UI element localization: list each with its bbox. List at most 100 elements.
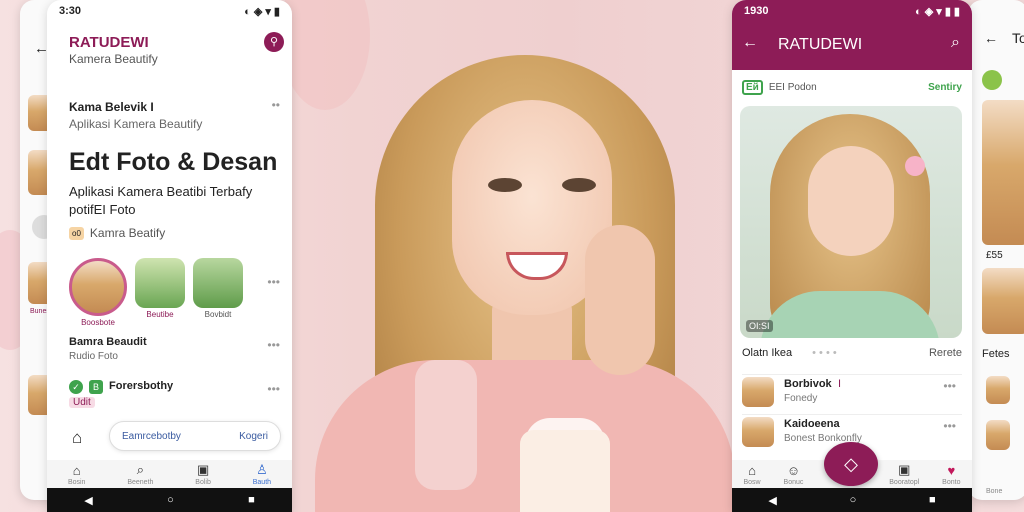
profile-icon: ♙ bbox=[256, 462, 268, 477]
more-icon[interactable]: ••• bbox=[267, 382, 280, 396]
row2-title: Bamra Beaudit bbox=[69, 336, 147, 348]
tab-profile[interactable]: ♙ Bauth bbox=[253, 462, 271, 486]
more-icon[interactable]: ••• bbox=[943, 379, 956, 393]
title: To bbox=[1012, 30, 1024, 46]
avatar bbox=[742, 417, 774, 447]
row1-title: Kama Belevik I bbox=[69, 100, 154, 114]
search-icon: ⌕ bbox=[136, 462, 145, 477]
hero-title: Edt Foto & Desan bbox=[69, 148, 278, 176]
avatar bbox=[986, 376, 1010, 404]
check-icon bbox=[982, 70, 1002, 90]
tab-label: Bonto bbox=[942, 478, 961, 486]
list-title: Kaidoeena bbox=[784, 418, 840, 430]
recents-nav-icon[interactable]: ■ bbox=[929, 494, 936, 506]
row-label: Fetes bbox=[982, 348, 1010, 360]
gallery-icon: ▣ bbox=[898, 462, 911, 477]
left-phone: 3:30 ◐ ◈ ▾ ▮ RATUDEWI Kamera Beautify ⚲ … bbox=[47, 0, 292, 512]
pager-dots: • • • • bbox=[812, 347, 837, 359]
chip-icon: o0 bbox=[69, 226, 84, 240]
row1-subtitle: Aplikasi Kamera Beautify bbox=[69, 117, 203, 131]
camera-fab-button[interactable]: ◇ bbox=[824, 442, 878, 486]
more-icon[interactable]: ••• bbox=[943, 419, 956, 433]
status-icons: ◐ ◈ ▾ ▮ ▮ bbox=[915, 5, 960, 18]
home-icon: ⌂ bbox=[72, 462, 81, 478]
tab-home[interactable]: ⌂ Bosw bbox=[743, 463, 760, 486]
row3-subtitle: Udit bbox=[69, 397, 95, 408]
title: RATUDEWI bbox=[778, 36, 863, 53]
list-item[interactable]: ✓ B Forersbothy Udit ••• bbox=[47, 376, 292, 412]
tab-favorites[interactable]: ♥ Bonto bbox=[942, 463, 960, 486]
tag-right[interactable]: Sentiry bbox=[928, 82, 962, 93]
stories-row: Boosbote Beutibe Bovbidt bbox=[69, 258, 243, 327]
hero-subtitle: Aplikasi Kamera Beatibi Terbafy bbox=[69, 184, 253, 199]
tag-row: Eй EEI Podon Sentiry bbox=[742, 80, 962, 95]
system-nav-bar: ◀ ○ ■ bbox=[732, 488, 972, 512]
home-icon[interactable]: ⌂ bbox=[72, 428, 82, 448]
header: 1930 ◐ ◈ ▾ ▮ ▮ ← RATUDEWI ⌕ bbox=[732, 0, 972, 70]
story-item[interactable]: Boosbote bbox=[69, 258, 127, 327]
profile-icon[interactable]: ⚲ bbox=[264, 32, 284, 52]
list-item[interactable]: Bamra Beaudit Rudio Foto ••• bbox=[47, 332, 292, 368]
back-nav-icon[interactable]: ◀ bbox=[768, 494, 776, 507]
tab-label: Bosin bbox=[67, 478, 86, 486]
tab-search[interactable]: ⌕ Beeneth bbox=[127, 462, 153, 486]
status-bar: 1930 ◐ ◈ ▾ ▮ ▮ bbox=[732, 0, 972, 22]
story-avatar bbox=[135, 258, 185, 308]
more-icon[interactable]: ••• bbox=[267, 275, 280, 289]
tag-badge[interactable]: Eй bbox=[742, 80, 763, 95]
list-item[interactable]: Borbivok I Fonedy ••• bbox=[742, 374, 962, 409]
story-label: Boosbote bbox=[81, 318, 115, 327]
photo bbox=[982, 268, 1024, 334]
tab-home[interactable]: ⌂ Bosin bbox=[68, 463, 86, 486]
more-icon[interactable]: •• bbox=[272, 98, 280, 112]
tab-label: Bolib bbox=[195, 479, 211, 486]
pill-right-label[interactable]: Kogeri bbox=[239, 431, 268, 442]
far-right-phone: ← To £55 Fetes Bone bbox=[968, 0, 1024, 500]
heart-icon: ♥ bbox=[947, 462, 956, 478]
tab-gallery[interactable]: ▣ Booratopl bbox=[889, 462, 919, 486]
home-nav-icon[interactable]: ○ bbox=[850, 494, 857, 506]
story-label: Bovbidt bbox=[204, 310, 232, 319]
image-caption: OI:SI bbox=[746, 320, 773, 332]
chip-label: Kamra Beatify bbox=[89, 226, 166, 240]
recents-nav-icon[interactable]: ■ bbox=[248, 494, 255, 506]
featured-photo[interactable]: OI:SI bbox=[740, 106, 962, 338]
search-icon[interactable]: ⌕ bbox=[951, 34, 960, 52]
tab-label: Bosw bbox=[743, 478, 761, 486]
avatar bbox=[986, 420, 1010, 450]
tab-label: Bonuc bbox=[783, 478, 804, 486]
cupcake-cup bbox=[520, 430, 610, 512]
tab-label: Bone bbox=[986, 488, 1003, 495]
row3-title: Forersbothy bbox=[109, 380, 174, 392]
pill-bar[interactable]: Eamrcebotby Kogeri bbox=[109, 421, 281, 451]
story-label: Beutibe bbox=[146, 310, 174, 319]
home-icon: ⌂ bbox=[748, 462, 756, 478]
status-time: 3:30 bbox=[59, 5, 82, 17]
story-item[interactable]: Beutibe bbox=[135, 258, 185, 327]
face-icon: ☺ bbox=[786, 462, 801, 478]
list-item[interactable]: Kama Belevik I Aplikasi Kamera Beautify … bbox=[47, 92, 292, 137]
back-icon[interactable]: ← bbox=[984, 30, 998, 46]
check-icon: ✓ bbox=[69, 380, 83, 394]
more-icon[interactable]: ••• bbox=[267, 338, 280, 352]
story-item[interactable]: Bovbidt bbox=[193, 258, 243, 327]
flower-icon bbox=[905, 156, 925, 176]
back-icon[interactable]: ← bbox=[742, 34, 758, 52]
hero-hand bbox=[585, 225, 655, 375]
row3-badge: B bbox=[89, 380, 103, 394]
bottom-tab-bar: ⌂ Bosin ⌕ Beeneth ▣ Bolib ♙ Bauth bbox=[47, 460, 292, 488]
tab-gallery[interactable]: ▣ Bolib bbox=[195, 462, 211, 486]
pill-left-label[interactable]: Eamrcebotby bbox=[122, 431, 181, 442]
row2-subtitle: Rudio Foto bbox=[69, 351, 118, 362]
hero-eye-left bbox=[488, 178, 522, 192]
back-nav-icon[interactable]: ◀ bbox=[84, 494, 92, 507]
chip[interactable]: o0 Kamra Beatify bbox=[69, 226, 165, 240]
tab-label: Booratopl bbox=[889, 479, 920, 486]
tag-text: EEI Podon bbox=[768, 82, 817, 93]
system-nav-bar: ◀ ○ ■ bbox=[47, 488, 292, 512]
home-nav-icon[interactable]: ○ bbox=[167, 494, 174, 506]
photo-face bbox=[808, 146, 894, 256]
tab-face[interactable]: ☺ Bonuc bbox=[784, 463, 804, 486]
photo bbox=[982, 100, 1024, 245]
list-marker: I bbox=[838, 378, 842, 390]
